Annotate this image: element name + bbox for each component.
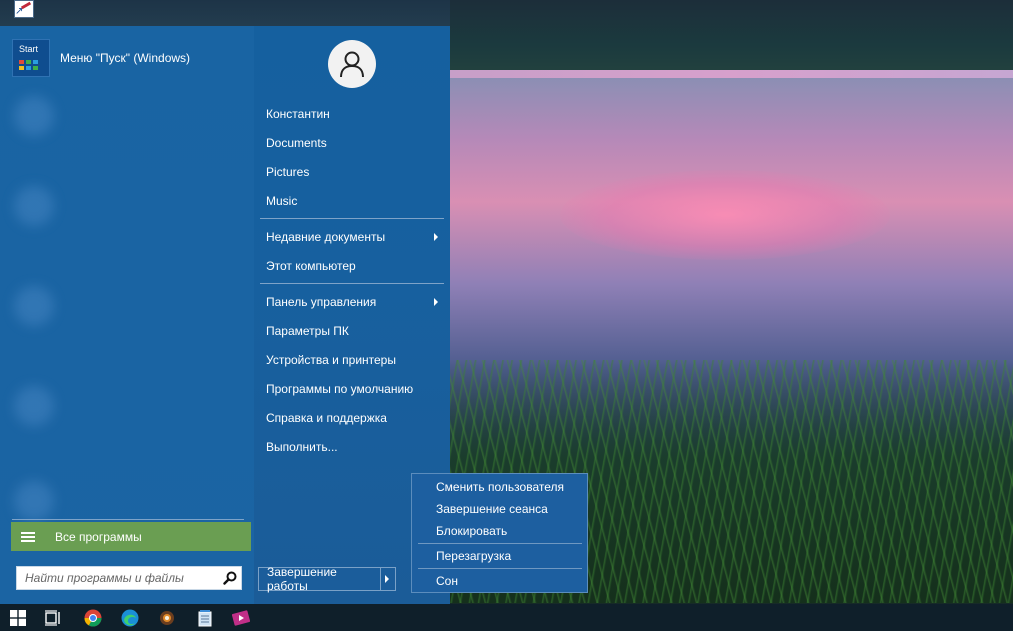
pc-settings-link[interactable]: Параметры ПК [254,319,444,343]
chevron-right-icon [434,298,438,306]
app-tile-text: Start [19,44,39,54]
divider [12,519,244,520]
shortcut-arrow-icon: ↗ [15,6,24,17]
blurred-shortcut [14,286,54,326]
devices-printers-link[interactable]: Устройства и принтеры [254,348,444,372]
user-name-link[interactable]: Константин [254,102,444,126]
pictures-link[interactable]: Pictures [254,160,444,184]
windows-start-icon[interactable] [8,608,28,628]
this-computer-link[interactable]: Этот компьютер [254,254,444,278]
blurred-shortcut [14,96,54,136]
start-menu-app-icon: Start [12,39,50,77]
lock-item[interactable]: Блокировать [412,520,587,542]
power-options-menu: Сменить пользователя Завершение сеанса Б… [411,473,588,593]
user-avatar[interactable] [328,40,376,88]
divider [418,568,582,569]
pinned-app-label: Меню "Пуск" (Windows) [60,51,191,65]
divider [260,218,444,219]
search-icon[interactable] [219,567,241,589]
documents-link[interactable]: Documents [254,131,444,155]
pictures-label: Pictures [266,165,310,179]
sleep-label: Сон [436,574,458,588]
documents-label: Documents [266,136,327,150]
edge-icon[interactable] [120,608,140,628]
default-programs-label: Программы по умолчанию [266,382,414,396]
restart-label: Перезагрузка [436,549,512,563]
sleep-item[interactable]: Сон [412,570,587,592]
run-label: Выполнить... [266,440,338,454]
blurred-shortcut [14,386,54,426]
start-menu-left-pane: Start Меню "Пуск" (Windows) Все программ… [0,26,254,604]
control-panel-link[interactable]: Панель управления [254,290,444,314]
desktop-shortcut-icon[interactable]: ↗ [14,0,34,18]
tile-square [26,66,31,70]
task-view-icon[interactable] [44,608,64,628]
divider [418,543,582,544]
user-name-label: Константин [266,107,330,121]
control-panel-label: Панель управления [266,295,377,309]
restart-item[interactable]: Перезагрузка [412,545,587,567]
music-label: Music [266,194,298,208]
chrome-icon[interactable] [83,608,103,628]
tile-square [33,60,38,64]
app-icon[interactable] [157,608,177,628]
default-programs-link[interactable]: Программы по умолчанию [254,377,444,401]
music-link[interactable]: Music [254,189,444,213]
blurred-shortcut [14,481,54,521]
help-support-label: Справка и поддержка [266,411,387,425]
tile-square [19,60,24,64]
log-off-label: Завершение сеанса [436,502,548,516]
help-support-link[interactable]: Справка и поддержка [254,406,444,430]
tile-square [19,66,24,70]
notepad-icon[interactable] [195,608,215,628]
recent-documents-label: Недавние документы [266,230,386,244]
lock-label: Блокировать [436,524,508,538]
list-icon [21,530,35,544]
chevron-right-icon [434,233,438,241]
search-box [16,566,242,590]
run-link[interactable]: Выполнить... [254,435,444,459]
wallpaper-treeline [450,0,1013,76]
pinned-app-start-menu[interactable]: Start Меню "Пуск" (Windows) [12,38,242,78]
switch-user-label: Сменить пользователя [436,480,564,494]
this-computer-label: Этот компьютер [266,259,356,273]
wallpaper-reflection [560,170,890,260]
switch-user-item[interactable]: Сменить пользователя [412,476,587,498]
start-menu: Start Меню "Пуск" (Windows) Все программ… [0,26,450,604]
divider [260,283,444,284]
shutdown-button[interactable]: Завершение работы [258,565,396,593]
search-input[interactable] [23,567,219,589]
shutdown-options-arrow[interactable] [380,568,395,590]
blurred-shortcut [14,186,54,226]
all-programs-label: Все программы [55,529,142,544]
devices-printers-label: Устройства и принтеры [266,353,396,367]
shutdown-label: Завершение работы [267,565,337,593]
wallpaper-shore [450,70,1013,78]
recent-documents-link[interactable]: Недавние документы [254,225,444,249]
pc-settings-label: Параметры ПК [266,324,349,338]
media-player-icon[interactable] [231,608,251,628]
log-off-item[interactable]: Завершение сеанса [412,498,587,520]
taskbar [0,604,1013,631]
tile-square [26,60,31,64]
user-icon [340,51,364,78]
tile-square [33,66,38,70]
all-programs-button[interactable]: Все программы [11,522,251,551]
